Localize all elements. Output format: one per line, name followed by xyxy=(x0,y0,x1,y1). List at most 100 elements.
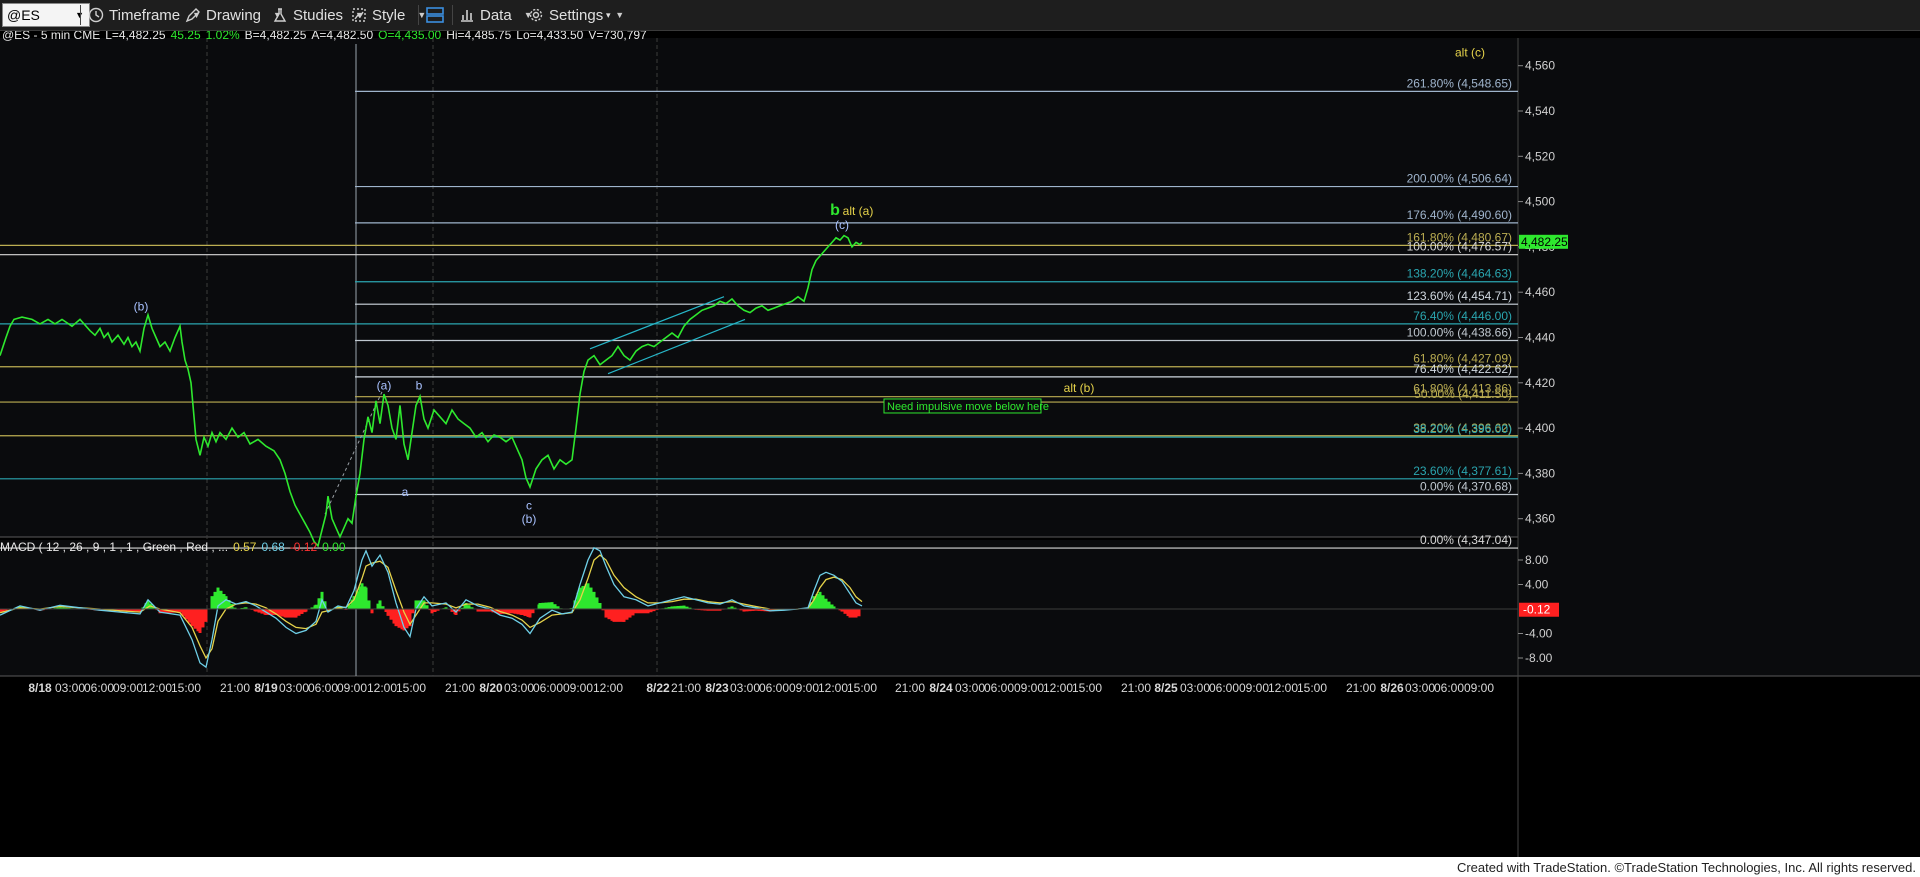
time-tick-label: 15:00 xyxy=(171,681,201,695)
fib-level-label: 100.00% (4,438.66) xyxy=(1407,326,1512,340)
wave-label: (b) xyxy=(522,512,537,526)
macd-tick-label: 8.00 xyxy=(1525,553,1549,567)
footer: Created with TradeStation. ©TradeStation… xyxy=(0,857,1920,877)
chevron-down-icon: ▼ xyxy=(615,10,625,20)
pencil-icon xyxy=(185,8,200,23)
macd-value-label: -0.12 xyxy=(1523,603,1551,617)
price-tick-label: 4,540 xyxy=(1525,104,1555,118)
time-tick-label: 03:00 xyxy=(279,681,309,695)
layout-icon xyxy=(426,7,444,23)
time-tick-label: 12:00 xyxy=(818,681,848,695)
time-tick-label: 8/26 xyxy=(1380,681,1404,695)
data-menu[interactable]: Data ▼ xyxy=(459,3,533,27)
time-tick-label: 8/25 xyxy=(1154,681,1178,695)
wave-label: a xyxy=(402,485,409,499)
time-tick-label: 03:00 xyxy=(504,681,534,695)
time-tick-label: 21:00 xyxy=(1346,681,1376,695)
time-tick-label: 03:00 xyxy=(1405,681,1435,695)
fib-level-label: 176.40% (4,490.60) xyxy=(1407,208,1512,222)
annotation-text: Need impulsive move below here xyxy=(887,401,1049,413)
time-tick-label: 8/20 xyxy=(479,681,503,695)
fib-level-label: 100.00% (4,476.57) xyxy=(1407,240,1512,254)
timeframe-label: Timeframe xyxy=(109,6,181,24)
copyright-text: Created with TradeStation. ©TradeStation… xyxy=(1456,860,1916,875)
time-tick-label: 8/19 xyxy=(254,681,278,695)
time-tick-label: 06:00 xyxy=(1434,681,1464,695)
gear-icon xyxy=(529,8,543,22)
symbol-input[interactable]: @ES ▼ xyxy=(2,3,90,27)
time-tick-label: 06:00 xyxy=(759,681,789,695)
style-menu[interactable]: Style ▼ xyxy=(351,3,426,27)
time-tick-label: 21:00 xyxy=(445,681,475,695)
drawing-label: Drawing xyxy=(206,6,262,24)
price-tick-label: 4,560 xyxy=(1525,59,1555,73)
header-part: B=4,482.25 xyxy=(245,31,307,42)
price-chart[interactable]: 261.80% (4,548.65) 200.00% (4,506.64) 176.… xyxy=(0,31,1920,857)
fib-level-label: 76.40% (4,446.00) xyxy=(1413,309,1512,323)
wave-label: alt (b) xyxy=(1064,381,1095,395)
bar-chart-icon xyxy=(461,10,473,22)
time-tick-label: 09:00 xyxy=(1464,681,1494,695)
header-part: Hi=4,485.75 xyxy=(446,31,511,42)
layout-button[interactable] xyxy=(425,3,450,27)
time-tick-label: 06:00 xyxy=(84,681,114,695)
time-tick-label: 03:00 xyxy=(1180,681,1210,695)
wave-label: b xyxy=(830,202,840,219)
toolbar: @ES ▼ Timeframe ▼ Drawing ▼ Studies ▼ St… xyxy=(0,0,1920,31)
fib-level-label: 23.60% (4,377.61) xyxy=(1413,464,1512,478)
macd-tick-label: -4.00 xyxy=(1525,627,1553,641)
time-tick-label: 09:00 xyxy=(337,681,367,695)
wave-label: b xyxy=(416,379,423,393)
price-tick-label: 4,460 xyxy=(1525,285,1555,299)
wave-label: alt (c) xyxy=(1455,46,1485,60)
macd-title: MACD ( 12 , 26 , 9 , 1 , 1 , Green , Red… xyxy=(0,540,346,554)
macd-tick-label: 4.00 xyxy=(1525,578,1549,592)
fib-level-label: 261.80% (4,548.65) xyxy=(1407,76,1512,90)
flask-icon xyxy=(273,8,287,22)
settings-label: Settings xyxy=(549,6,604,24)
toolbar-divider xyxy=(452,5,453,25)
chart-style-icon xyxy=(352,8,366,22)
header-part: @ES - 5 min CME xyxy=(2,31,100,42)
studies-label: Studies xyxy=(293,6,344,24)
time-tick-label: 06:00 xyxy=(1209,681,1239,695)
fib-level-label: 200.00% (4,506.64) xyxy=(1407,172,1512,186)
time-tick-label: 06:00 xyxy=(533,681,563,695)
toolbar-overflow-button[interactable]: ▾ xyxy=(606,3,611,27)
time-tick-label: 8/22 xyxy=(646,681,670,695)
time-tick-label: 15:00 xyxy=(847,681,877,695)
time-tick-label: 8/18 xyxy=(28,681,52,695)
wave-label: (b) xyxy=(134,299,149,313)
symbol-header: @ES - 5 min CME L=4,482.25 45.25 1.02% B=4,4… xyxy=(2,31,647,42)
wave-label: (a) xyxy=(377,379,392,393)
fib-level-label: 50.00% (4,411.50) xyxy=(1414,387,1512,401)
fib-level-label: 138.20% (4,464.63) xyxy=(1407,267,1512,281)
style-label: Style xyxy=(372,6,406,24)
time-tick-label: 09:00 xyxy=(1239,681,1269,695)
time-tick-label: 03:00 xyxy=(730,681,760,695)
data-label: Data xyxy=(480,6,512,24)
header-part: 1.02% xyxy=(206,31,240,42)
price-tick-label: 4,520 xyxy=(1525,149,1555,163)
macd-title-part: -0.12 xyxy=(290,540,318,554)
header-part: V=730,797 xyxy=(588,31,647,42)
header-part: Lo=4,433.50 xyxy=(516,31,583,42)
toolbar-divider xyxy=(418,5,419,25)
time-tick-label: 12:00 xyxy=(1268,681,1298,695)
time-tick-label: 15:00 xyxy=(396,681,426,695)
fib-level-label: 38.20% (4,396.00) xyxy=(1413,422,1512,436)
macd-title-part: 0.68 xyxy=(261,540,285,554)
time-tick-label: 15:00 xyxy=(1072,681,1102,695)
time-tick-label: 12:00 xyxy=(142,681,172,695)
drawing-menu[interactable]: Drawing ▼ xyxy=(185,3,282,27)
header-part: A=4,482.50 xyxy=(311,31,373,42)
time-tick-label: 06:00 xyxy=(984,681,1014,695)
time-tick-label: 09:00 xyxy=(1014,681,1044,695)
price-tick-label: 4,380 xyxy=(1525,466,1555,480)
macd-title-part: MACD ( 12 , 26 , 9 , 1 , 1 , Green , Red… xyxy=(0,540,228,554)
time-tick-label: 09:00 xyxy=(113,681,143,695)
time-tick-label: 03:00 xyxy=(55,681,85,695)
price-tick-label: 4,440 xyxy=(1525,331,1555,345)
wave-label: alt (a) xyxy=(843,204,874,218)
clock-icon xyxy=(88,7,104,23)
